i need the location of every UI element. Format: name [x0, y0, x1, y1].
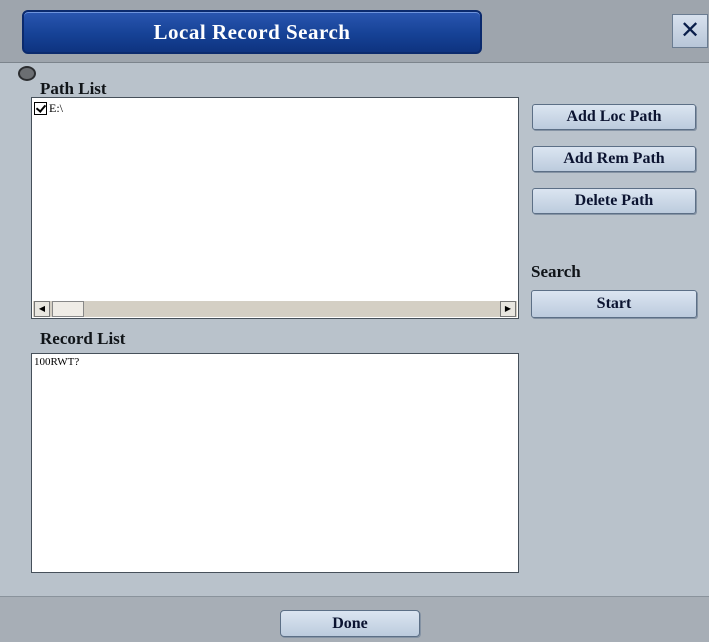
delete-path-button[interactable]: Delete Path [532, 188, 696, 214]
record-list[interactable]: 100RWT? [31, 353, 519, 573]
path-list-horizontal-scrollbar[interactable]: ◀ ▶ [33, 301, 517, 317]
title-bar: Local Record Search ✕ [0, 0, 709, 63]
record-list-item[interactable]: 100RWT? [34, 356, 79, 368]
path-checkbox[interactable] [34, 101, 47, 115]
scroll-right-icon[interactable]: ▶ [500, 301, 516, 317]
status-indicator-icon [18, 66, 36, 81]
path-list-label: Path List [40, 79, 107, 98]
scroll-thumb[interactable] [52, 301, 84, 317]
scroll-left-icon[interactable]: ◀ [34, 301, 50, 317]
search-label: Search [531, 262, 581, 281]
local-record-search-dialog: Local Record Search ✕ Path List E:\ ◀ ▶ … [0, 0, 709, 642]
done-button[interactable]: Done [280, 610, 420, 637]
start-search-button[interactable]: Start [531, 290, 697, 318]
path-list-item[interactable]: E:\ [34, 101, 63, 115]
dialog-title: Local Record Search [22, 10, 482, 54]
add-rem-path-button[interactable]: Add Rem Path [532, 146, 696, 172]
path-text: E:\ [49, 100, 63, 115]
add-loc-path-button[interactable]: Add Loc Path [532, 104, 696, 130]
close-button[interactable]: ✕ [672, 14, 708, 48]
path-list[interactable]: E:\ ◀ ▶ [31, 97, 519, 319]
record-list-label: Record List [40, 329, 126, 348]
